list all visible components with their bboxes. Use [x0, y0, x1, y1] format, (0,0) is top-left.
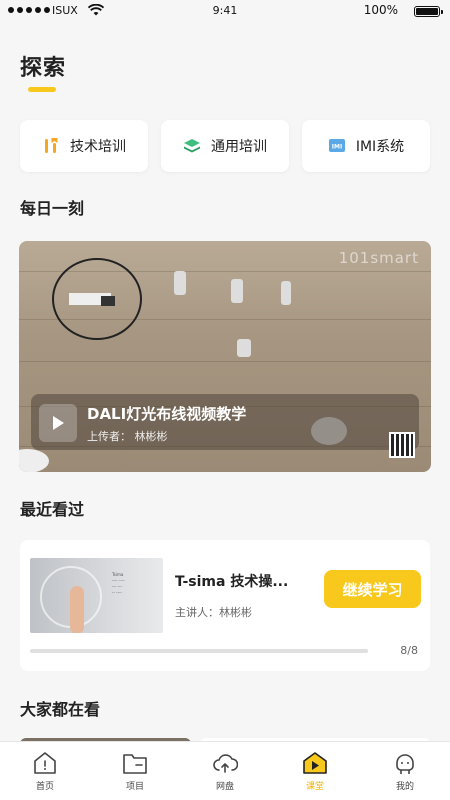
tab-label: 项目: [125, 782, 144, 792]
daily-video-card[interactable]: 101smart DALI灯光布线视频教学 上传者： 林彬彬: [19, 241, 431, 472]
cloud-upload-icon: [213, 754, 238, 773]
section-title-daily: 每日一刻: [20, 199, 85, 218]
tab-classroom[interactable]: 课堂: [270, 742, 360, 800]
battery-icon: [414, 6, 443, 17]
tab-label: 我的: [395, 782, 414, 792]
folder-icon: [123, 754, 147, 774]
title-underline: [28, 87, 56, 92]
play-icon: [53, 416, 64, 430]
bottom-tab-bar: 首页 项目 网盘 课堂 我的: [0, 741, 450, 800]
section-title-popular: 大家都在看: [20, 700, 101, 719]
progress-count: 8/8: [400, 644, 418, 657]
layers-icon: [183, 137, 201, 155]
svg-text:IMI: IMI: [332, 144, 342, 151]
video-title: DALI灯光布线视频教学: [87, 405, 247, 423]
imi-system-icon: IMI: [328, 137, 346, 155]
category-label: 通用培训: [211, 139, 267, 155]
status-bar: ISUX 9:41 100%: [0, 0, 450, 24]
qr-code-icon: [389, 432, 415, 458]
section-title-recent: 最近看过: [20, 500, 85, 519]
course-speaker: 主讲人：林彬彬: [175, 606, 252, 619]
category-label: 技术培训: [70, 139, 126, 155]
tab-label: 首页: [35, 782, 54, 792]
play-button[interactable]: [39, 404, 77, 442]
video-uploader: 上传者： 林彬彬: [87, 430, 168, 443]
tab-projects[interactable]: 项目: [90, 742, 180, 800]
category-imi-system[interactable]: IMI IMI系统: [302, 120, 430, 172]
category-label: IMI系统: [355, 139, 405, 155]
course-thumbnail: Tsima ---- ---- --- --- -- ----: [30, 558, 163, 633]
category-general-training[interactable]: 通用培训: [161, 120, 289, 172]
tab-profile[interactable]: 我的: [360, 742, 450, 800]
progress-bar-fill: [30, 649, 368, 653]
continue-learning-button[interactable]: 继续学习: [324, 570, 421, 608]
tab-home[interactable]: 首页: [0, 742, 90, 800]
tab-cloud-drive[interactable]: 网盘: [180, 742, 270, 800]
video-info-overlay: DALI灯光布线视频教学 上传者： 林彬彬: [31, 394, 419, 450]
tab-label: 课堂: [305, 782, 324, 792]
category-row: 技术培训 通用培训 IMI IMI系统: [20, 120, 430, 172]
home-icon: [34, 752, 56, 774]
profile-icon: [396, 754, 414, 774]
video-watermark: 101smart: [338, 249, 419, 267]
category-tech-training[interactable]: 技术培训: [20, 120, 148, 172]
page-title: 探索: [20, 56, 67, 81]
recent-course-card[interactable]: Tsima ---- ---- --- --- -- ---- T-sima 技术操.…: [20, 540, 430, 671]
battery-percent: 100%: [363, 3, 398, 17]
course-title: T-sima 技术操...: [175, 574, 289, 590]
progress-bar: [30, 649, 368, 653]
tab-label: 网盘: [215, 782, 234, 792]
tools-icon: [42, 137, 60, 155]
classroom-play-icon: [303, 752, 327, 774]
